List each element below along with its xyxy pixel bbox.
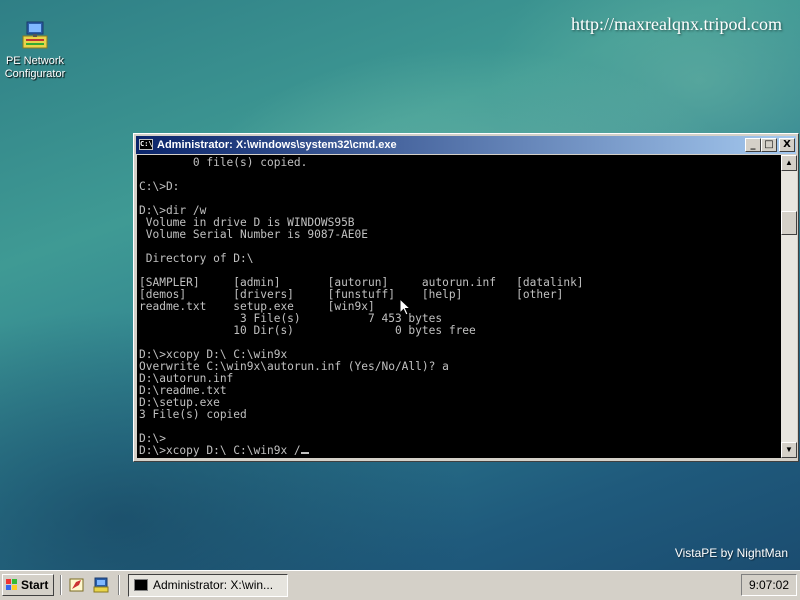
system-tray-clock[interactable]: 9:07:02 [741, 574, 797, 596]
console-line: Directory of D:\ [139, 252, 254, 265]
console-output[interactable]: 0 file(s) copied. C:\>D: D:\>dir /w Volu… [137, 155, 781, 458]
cmd-icon: C:\ [139, 139, 153, 150]
taskbar-button-label: Administrator: X:\win... [153, 578, 274, 592]
minimize-button[interactable]: _ [745, 138, 761, 152]
mouse-pointer-icon [399, 297, 412, 321]
vertical-scrollbar[interactable]: ▲ ▼ [781, 155, 797, 458]
start-label: Start [21, 578, 49, 592]
console-line: 10 Dir(s) 0 bytes free [139, 324, 476, 337]
start-button[interactable]: Start [2, 574, 54, 596]
console-text: 0 file(s) copied. C:\>D: D:\>dir /w Volu… [137, 155, 781, 457]
desktop-icon-pe-network-configurator[interactable]: PE Network Configurator [2, 20, 68, 81]
scroll-up-button[interactable]: ▲ [781, 155, 797, 171]
cmd-icon [134, 579, 148, 591]
wallpaper-branding: VistaPE by NightMan [674, 546, 788, 560]
console-line: D:\>xcopy D:\ C:\win9x / [139, 444, 301, 457]
network-config-icon [19, 20, 51, 52]
close-button[interactable]: X [779, 138, 795, 152]
scroll-thumb[interactable] [781, 211, 797, 235]
quick-launch-icon[interactable] [92, 576, 110, 594]
window-title: Administrator: X:\windows\system32\cmd.e… [157, 139, 397, 151]
window-title-bar[interactable]: C:\ Administrator: X:\windows\system32\c… [136, 136, 796, 154]
scroll-down-button[interactable]: ▼ [781, 442, 797, 458]
console-line: 3 File(s) copied [139, 408, 247, 421]
taskbar-separator [60, 575, 62, 595]
clock-text: 9:07:02 [748, 578, 790, 592]
start-flag-icon [6, 579, 18, 591]
console-line: Volume Serial Number is 9087-AE0E [139, 228, 369, 241]
maximize-button[interactable]: □ [761, 138, 777, 152]
desktop-icon-label: PE Network Configurator [4, 55, 66, 80]
taskbar: Start Administrator: X:\win... 9:07:02 [0, 570, 800, 600]
quick-launch-icon[interactable] [68, 576, 86, 594]
taskbar-button-cmd[interactable]: Administrator: X:\win... [128, 574, 288, 597]
cmd-window[interactable]: C:\ Administrator: X:\windows\system32\c… [133, 133, 799, 462]
wallpaper-url-text: http://maxrealqnx.tripod.com [571, 14, 782, 34]
text-cursor [300, 452, 309, 454]
console-line: C:\>D: [139, 180, 180, 193]
taskbar-separator [118, 575, 120, 595]
console-line: 0 file(s) copied. [139, 156, 308, 169]
